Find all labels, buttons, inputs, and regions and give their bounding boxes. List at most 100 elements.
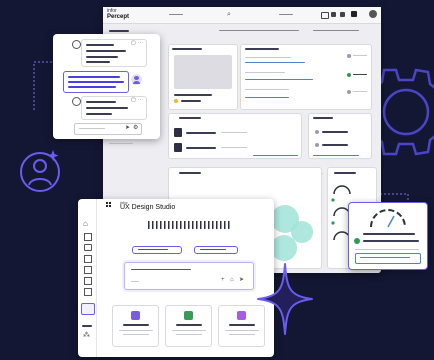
user-avatar — [131, 74, 142, 85]
document-icon[interactable] — [84, 277, 92, 285]
feature-desc — [123, 334, 149, 335]
card-title — [172, 48, 202, 50]
status-dot — [347, 54, 351, 58]
image-placeholder — [174, 55, 232, 89]
send-icon[interactable]: ➤ — [239, 277, 244, 283]
card-title — [334, 172, 356, 174]
progress-bar — [245, 97, 289, 98]
gauge-popup — [348, 202, 428, 270]
feature-desc — [176, 334, 202, 335]
status-text — [353, 74, 367, 75]
chart-icon[interactable] — [84, 266, 92, 274]
folder-icon[interactable] — [84, 244, 92, 251]
file-icon — [174, 128, 182, 137]
gauge-label — [363, 233, 415, 235]
notification-icon[interactable] — [321, 12, 329, 19]
home-icon[interactable]: ⌂ — [83, 220, 88, 228]
feature-icon — [184, 311, 193, 320]
card-title — [313, 117, 333, 119]
option-dot — [315, 143, 319, 147]
feature-card[interactable] — [112, 305, 159, 347]
send-icon[interactable]: ➤ — [125, 125, 130, 131]
feature-title — [123, 324, 149, 326]
option-dot — [315, 130, 319, 134]
file-list-card[interactable] — [168, 113, 302, 159]
list-icon[interactable] — [84, 255, 92, 263]
check-icon — [354, 238, 360, 244]
prompt-input[interactable]: + ⌂ ➤ — [124, 262, 254, 290]
copy-icon[interactable]: ▢ — [131, 41, 136, 46]
feature-card[interactable] — [165, 305, 212, 347]
feature-desc — [172, 330, 206, 331]
gauge-chart — [370, 209, 406, 228]
grid-icon[interactable] — [84, 233, 92, 241]
card-line — [245, 57, 291, 58]
warning-icon — [174, 99, 178, 103]
add-button[interactable] — [81, 303, 95, 315]
feature-desc — [119, 330, 153, 331]
feature-desc — [229, 334, 255, 335]
avatar[interactable] — [369, 10, 377, 18]
status-dot — [347, 90, 351, 94]
nav-link[interactable] — [169, 14, 183, 15]
progress-bar — [245, 62, 305, 63]
attach-icon[interactable]: ⌂ — [230, 277, 234, 283]
sidebar-divider — [82, 325, 92, 327]
option-label — [322, 144, 348, 146]
option-label — [322, 131, 348, 133]
attach-icon[interactable]: ⚙ — [133, 125, 138, 131]
book-icon[interactable] — [84, 288, 92, 296]
page-title — [219, 30, 299, 31]
gear-icon — [370, 68, 434, 156]
card-title — [245, 48, 279, 50]
card-title — [179, 117, 201, 119]
suggestion-chip[interactable] — [132, 246, 182, 254]
file-icon — [174, 143, 182, 152]
feature-desc — [225, 330, 259, 331]
app-logo[interactable]: infor Percept — [107, 8, 129, 20]
gauge-line — [363, 240, 419, 242]
card-title — [179, 172, 201, 174]
logo-bottom: Percept — [107, 14, 130, 20]
progress-bar — [313, 155, 359, 156]
bell-icon[interactable] — [340, 12, 345, 17]
assistant-avatar — [72, 40, 81, 49]
status-text — [353, 91, 367, 92]
feature-icon — [131, 311, 140, 320]
nav-link[interactable] — [279, 14, 293, 15]
file-name — [186, 132, 216, 134]
sparkle-icon — [47, 150, 59, 161]
file-meta — [221, 147, 247, 148]
feature-icon — [237, 311, 246, 320]
feature-title — [229, 324, 255, 326]
gauge-input[interactable] — [355, 253, 421, 264]
card-line — [181, 100, 201, 102]
studio-logo-icon — [106, 202, 112, 208]
search-icon[interactable]: ⌕ — [227, 11, 231, 18]
card-line — [245, 72, 285, 73]
settings-card[interactable] — [308, 113, 372, 159]
copy-icon[interactable]: ▢ — [131, 98, 136, 103]
chat-panel: ▢ ⋯ ▢ ⋯ ➤ ⚙ — [53, 34, 160, 139]
gauge-line — [355, 249, 419, 250]
hero-heading — [148, 221, 232, 229]
status-text — [353, 55, 367, 56]
file-meta — [221, 132, 247, 133]
metrics-card[interactable] — [240, 44, 372, 110]
chart-node — [271, 235, 297, 261]
user-message-bubble — [63, 71, 129, 93]
progress-bar — [245, 79, 313, 80]
chat-input[interactable]: ➤ ⚙ — [74, 123, 142, 135]
suggestion-chip[interactable] — [194, 246, 238, 254]
preview-card[interactable] — [168, 44, 238, 110]
add-icon[interactable]: + — [221, 277, 225, 283]
card-line — [174, 94, 212, 96]
section-sublabel — [109, 143, 133, 144]
more-icon[interactable]: ⋯ — [138, 41, 143, 46]
apps-icon[interactable] — [351, 11, 357, 17]
more-icon[interactable]: ⋯ — [138, 98, 143, 103]
message-icon[interactable] — [331, 12, 336, 17]
settings-icon[interactable]: ⁂ — [83, 332, 90, 339]
assistant-avatar — [72, 97, 81, 106]
progress-bar — [253, 155, 298, 156]
